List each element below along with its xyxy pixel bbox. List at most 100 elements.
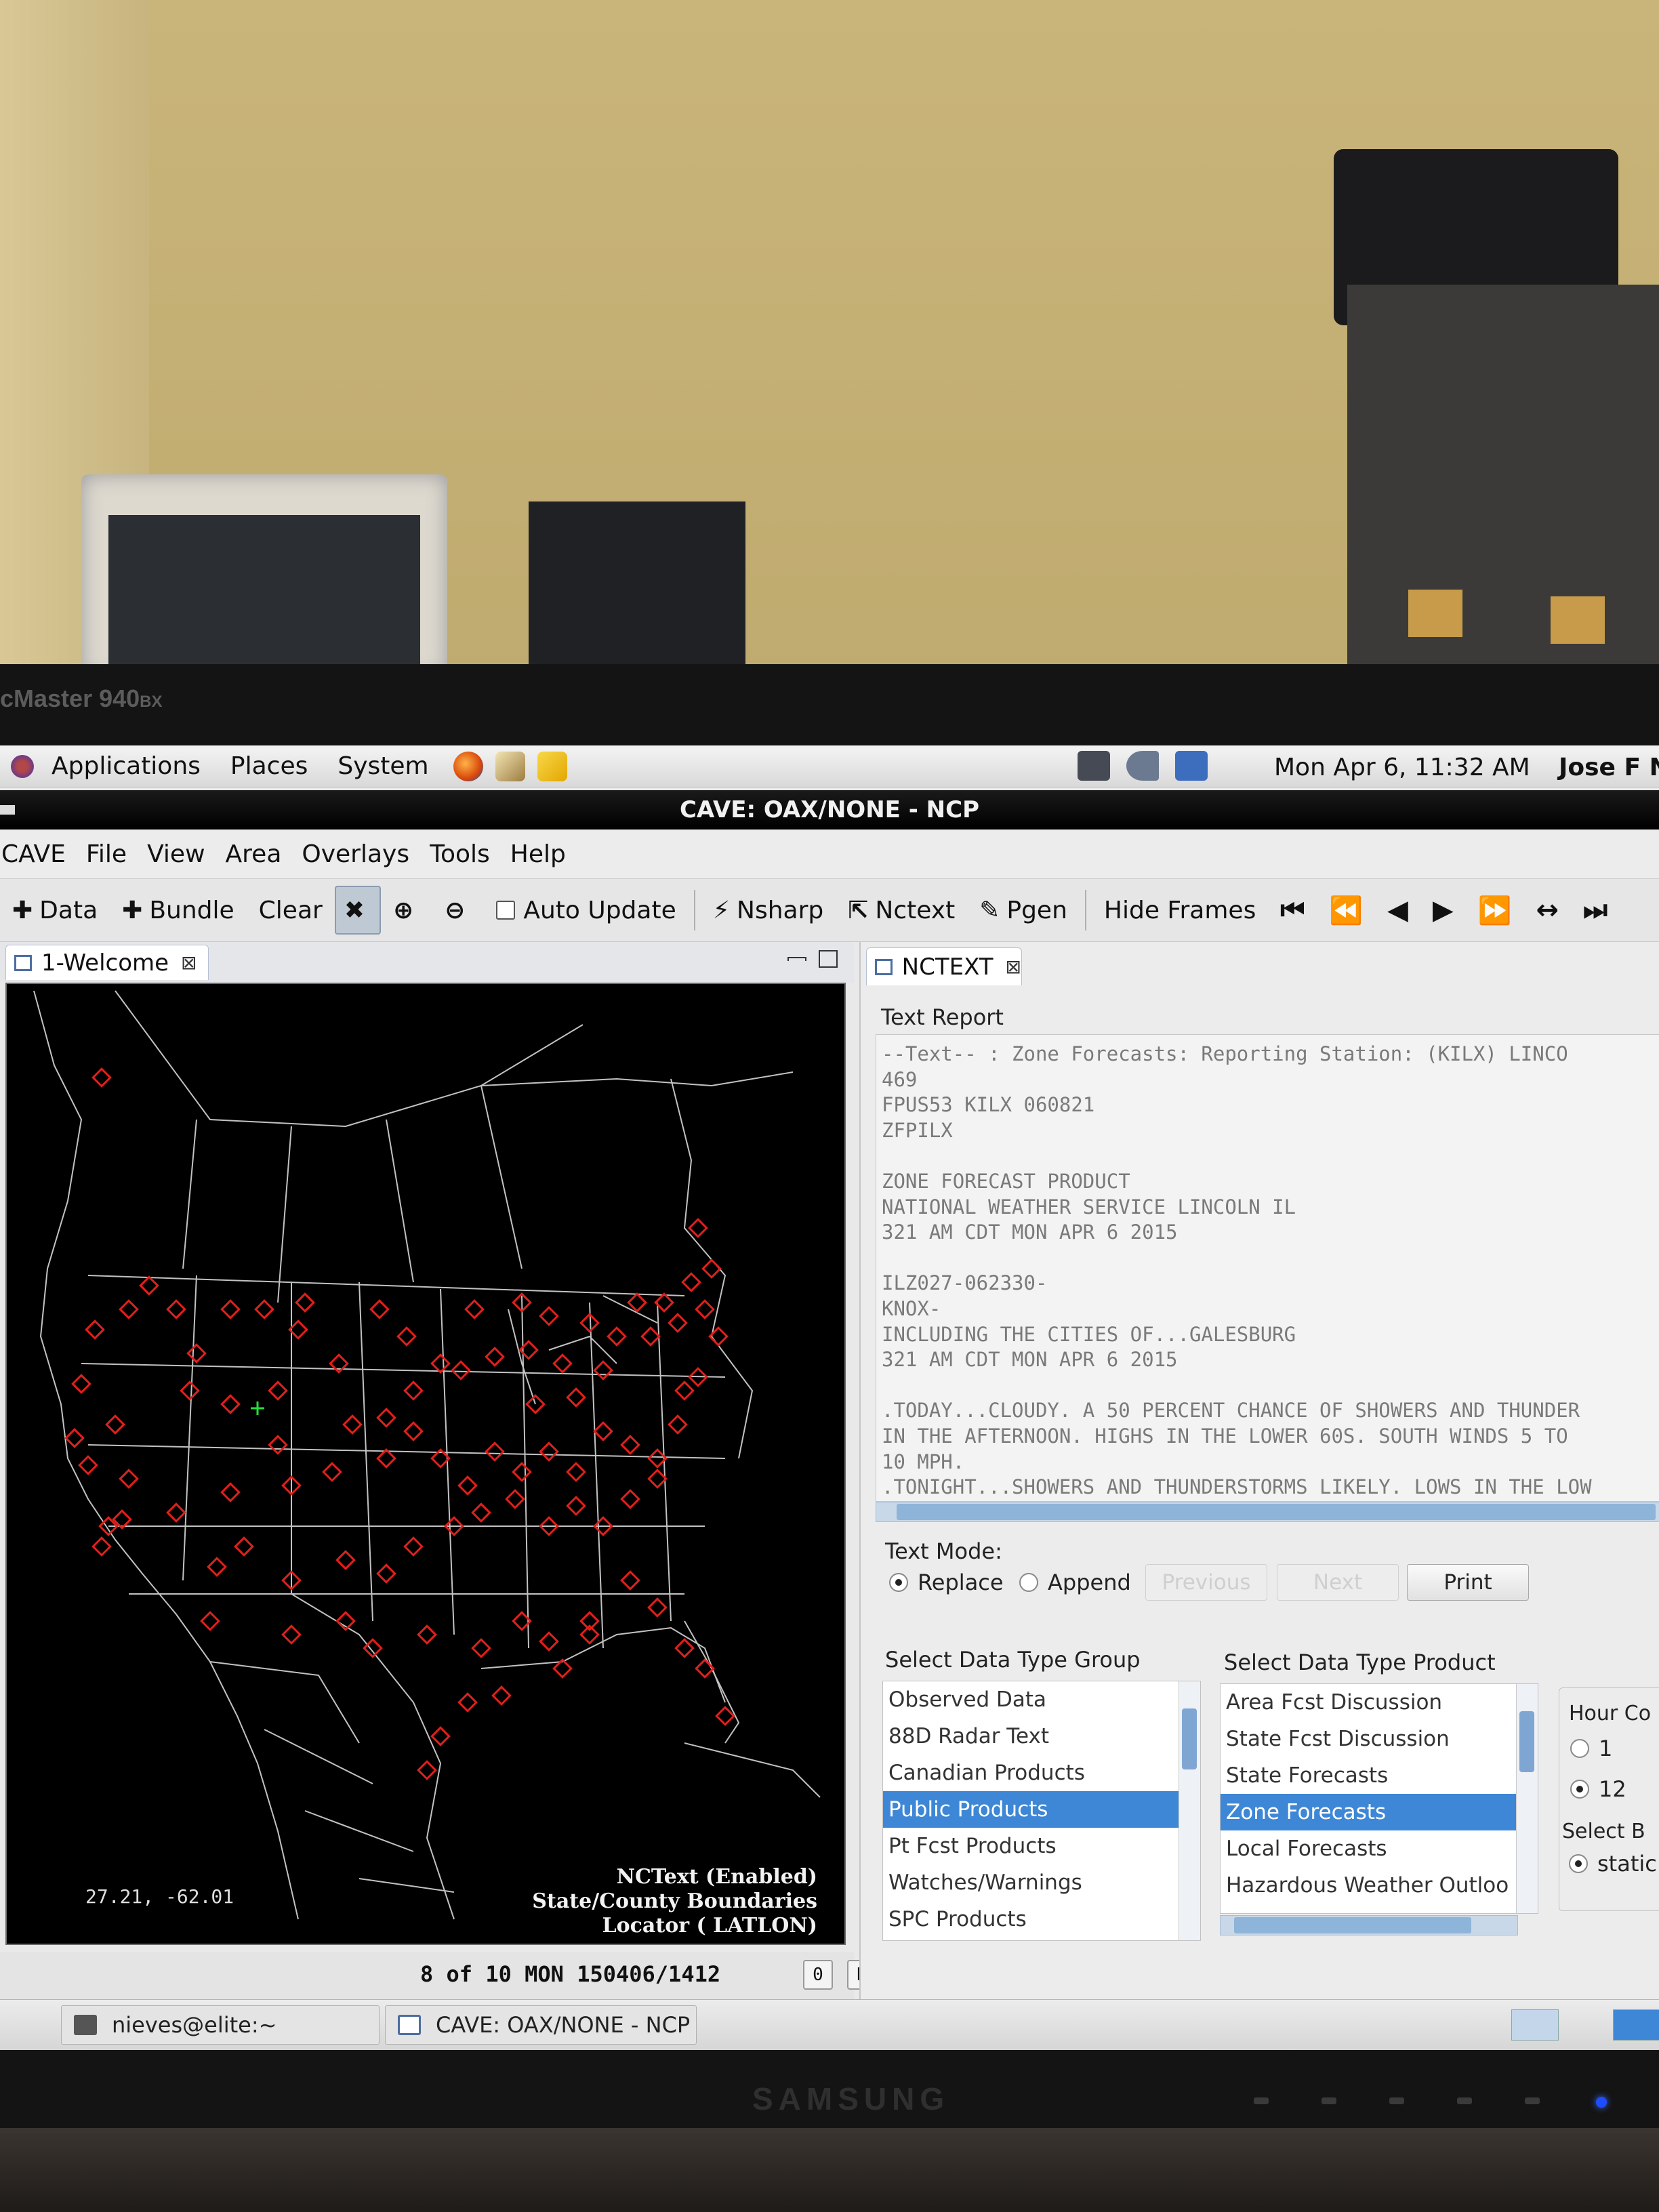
report-horizontal-scrollbar[interactable] [876, 1502, 1659, 1522]
station-marker[interactable] [627, 1292, 647, 1313]
station-marker[interactable] [552, 1353, 573, 1374]
menu-area[interactable]: Area [224, 840, 295, 868]
station-marker[interactable] [268, 1380, 288, 1401]
station-marker[interactable] [647, 1469, 668, 1489]
monitor-source-button[interactable] [1457, 2097, 1472, 2104]
nsharp-button[interactable]: ⚡ Nsharp [701, 886, 836, 935]
station-marker[interactable] [91, 1536, 112, 1557]
station-marker[interactable] [417, 1624, 437, 1645]
station-marker[interactable] [457, 1692, 478, 1713]
station-marker[interactable] [166, 1299, 186, 1319]
station-marker[interactable] [620, 1570, 640, 1591]
clock[interactable]: Mon Apr 6, 11:32 AM [1274, 754, 1530, 781]
station-marker[interactable] [166, 1502, 186, 1523]
station-marker[interactable] [376, 1408, 396, 1428]
menu-places[interactable]: Places [218, 752, 320, 780]
next-button[interactable]: Next [1277, 1564, 1399, 1601]
station-marker[interactable] [295, 1292, 315, 1313]
monitor-up-button[interactable] [1389, 2097, 1404, 2104]
hour-12-radio[interactable]: 12 [1570, 1776, 1626, 1802]
nctext-button[interactable]: ⇱ Nctext [836, 886, 967, 935]
station-marker[interactable] [539, 1306, 559, 1326]
station-marker[interactable] [593, 1421, 613, 1441]
menu-applications[interactable]: Applications [39, 752, 213, 780]
scrollbar-thumb[interactable] [1182, 1708, 1197, 1769]
station-marker[interactable] [647, 1597, 668, 1618]
station-marker[interactable] [322, 1462, 342, 1482]
hide-frames-button[interactable]: Hide Frames [1092, 886, 1268, 935]
station-radio[interactable]: static [1569, 1851, 1657, 1877]
station-marker[interactable] [268, 1435, 288, 1455]
menu-overlays[interactable]: Overlays [300, 840, 423, 868]
workspace-2[interactable] [1613, 2009, 1659, 2041]
minimize-icon[interactable] [787, 957, 806, 961]
clear-button[interactable]: Clear [247, 886, 335, 935]
group-item[interactable]: SPC Products [883, 1901, 1200, 1938]
window-title-bar[interactable]: CAVE: OAX/NONE - NCP [0, 790, 1659, 830]
tab-1-welcome[interactable]: 1-Welcome ⊠ [5, 945, 209, 980]
station-marker[interactable] [200, 1611, 220, 1631]
station-marker[interactable] [674, 1638, 695, 1658]
station-marker[interactable] [220, 1299, 241, 1319]
radio-on-icon[interactable] [1570, 1780, 1589, 1799]
station-marker[interactable] [369, 1299, 390, 1319]
station-marker[interactable] [688, 1218, 708, 1238]
station-marker[interactable] [674, 1380, 695, 1401]
data-product-list[interactable]: Area Fcst Discussion State Fcst Discussi… [1220, 1683, 1538, 1914]
station-marker[interactable] [220, 1394, 241, 1414]
monitor-down-button[interactable] [1322, 2097, 1336, 2104]
zoom-out-button[interactable]: ⊖ [432, 886, 484, 935]
station-marker[interactable] [64, 1428, 85, 1448]
station-marker[interactable] [451, 1360, 471, 1380]
frame-field-0[interactable]: 0 [803, 1960, 833, 1990]
product-item-selected[interactable]: Zone Forecasts [1221, 1794, 1538, 1830]
group-item[interactable]: 88D Radar Text [883, 1718, 1200, 1755]
station-marker[interactable] [430, 1726, 451, 1746]
gnome-logo-icon[interactable] [11, 754, 34, 778]
menu-system[interactable]: System [325, 752, 441, 780]
group-item-selected[interactable]: Public Products [883, 1791, 1200, 1828]
window-menu-icon[interactable] [0, 805, 15, 815]
step-forward-fast-icon[interactable]: ⏩ [1466, 895, 1524, 926]
station-marker[interactable] [715, 1706, 735, 1726]
task-terminal[interactable]: nieves@elite:~ [61, 2005, 380, 2045]
product-item[interactable]: Area Fcst Discussion [1221, 1684, 1538, 1721]
text-report-area[interactable]: --Text-- : Zone Forecasts: Reporting Sta… [876, 1034, 1659, 1502]
maximize-icon[interactable] [819, 950, 838, 968]
keyboard-icon[interactable] [1078, 751, 1110, 781]
first-frame-icon[interactable]: ⏮ [1268, 895, 1317, 926]
product-item[interactable]: State Fcst Discussion [1221, 1721, 1538, 1757]
station-marker[interactable] [701, 1258, 722, 1279]
task-cave[interactable]: CAVE: OAX/NONE - NCP [385, 2005, 697, 2045]
menu-cave[interactable]: CAVE [0, 840, 79, 868]
station-marker[interactable] [464, 1299, 485, 1319]
group-item[interactable]: Canadian Products [883, 1755, 1200, 1791]
last-frame-icon[interactable]: ⏭ [1571, 895, 1620, 926]
station-marker[interactable] [403, 1536, 424, 1557]
legend-locator[interactable]: Locator ( LATLON) [532, 1914, 817, 1938]
station-marker[interactable] [566, 1496, 586, 1516]
menu-tools[interactable]: Tools [428, 840, 504, 868]
network-icon[interactable] [1175, 751, 1208, 781]
monitor-auto-button[interactable] [1525, 2097, 1540, 2104]
station-marker[interactable] [640, 1326, 661, 1347]
station-marker[interactable] [254, 1299, 274, 1319]
radio-off-icon[interactable] [1019, 1573, 1038, 1592]
pgen-button[interactable]: ✎ Pgen [967, 886, 1080, 935]
station-marker[interactable] [607, 1326, 627, 1347]
station-marker[interactable] [376, 1448, 396, 1469]
station-marker[interactable] [471, 1502, 491, 1523]
mail-icon[interactable] [495, 751, 525, 781]
station-marker[interactable] [620, 1435, 640, 1455]
radio-off-icon[interactable] [1570, 1739, 1589, 1758]
station-marker[interactable] [78, 1455, 98, 1475]
station-marker[interactable] [139, 1275, 159, 1296]
auto-update-checkbox[interactable] [496, 901, 516, 920]
product-list-horizontal-scrollbar[interactable] [1220, 1915, 1518, 1936]
station-marker[interactable] [485, 1441, 505, 1462]
station-marker[interactable] [512, 1462, 532, 1482]
monitor-menu-button[interactable] [1254, 2097, 1269, 2104]
product-item[interactable]: Hazardous Weather Outloo [1221, 1867, 1538, 1904]
station-marker[interactable] [403, 1421, 424, 1441]
station-marker[interactable] [363, 1638, 383, 1658]
